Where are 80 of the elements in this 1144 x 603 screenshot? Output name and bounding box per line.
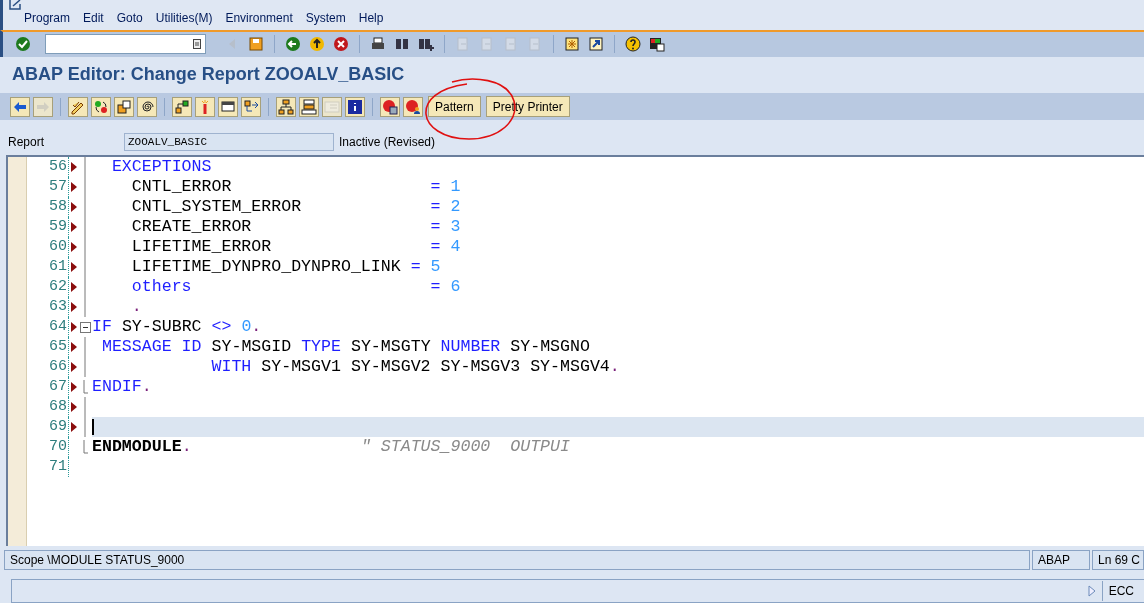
- system-name: ECC: [1101, 581, 1144, 602]
- stop-sign-icon[interactable]: [380, 96, 400, 117]
- collapse-icon[interactable]: [79, 321, 91, 333]
- menu-item[interactable]: Environment: [225, 11, 293, 25]
- line-number: 66: [27, 357, 69, 378]
- menu-item[interactable]: Help: [358, 11, 384, 25]
- code-line: CNTL_SYSTEM_ERROR = 2: [130, 197, 462, 218]
- expand-triangle-icon[interactable]: [1087, 585, 1096, 598]
- line-number: 65: [27, 337, 69, 358]
- line-number: 68: [27, 397, 69, 418]
- code-line: WITH SY-MSGV1 SY-MSGV2 SY-MSGV3 SY-MSGV4.: [210, 357, 621, 378]
- pattern-button[interactable]: Pattern: [428, 96, 481, 118]
- code-line: ENDIF.: [92, 377, 153, 398]
- spiral-icon[interactable]: [137, 96, 157, 117]
- code-line: LIFETIME_ERROR = 4: [130, 237, 462, 258]
- breakpoint-marker-icon[interactable]: [71, 222, 77, 233]
- activate-icon[interactable]: [91, 96, 111, 117]
- breakpoint-marker-icon[interactable]: [71, 402, 77, 413]
- menu-item[interactable]: Goto: [116, 11, 143, 25]
- connector-icon[interactable]: [241, 96, 261, 117]
- line-number: 59: [27, 217, 69, 238]
- breakpoint-marker-icon[interactable]: [71, 302, 77, 313]
- screen-title: ABAP Editor: Change Report ZOOALV_BASIC: [12, 64, 405, 86]
- code-line: EXCEPTIONS: [110, 157, 213, 178]
- code-line: others = 6: [130, 277, 462, 298]
- breakpoint-marker-icon[interactable]: [71, 262, 77, 273]
- code-line: .: [130, 297, 143, 318]
- line-number: 71: [27, 457, 69, 478]
- code-line: CNTL_ERROR = 1: [130, 177, 462, 198]
- scope-status: Scope \MODULE STATUS_9000: [4, 549, 1030, 570]
- fold-end-line: [82, 380, 88, 395]
- help-icon[interactable]: [623, 34, 643, 55]
- code-line: LIFETIME_DYNPRO_DYNPRO_LINK = 5: [130, 257, 442, 278]
- breakpoint-marker-icon[interactable]: [71, 182, 77, 193]
- breakpoint-marker-icon[interactable]: [71, 322, 77, 333]
- line-number: 57: [27, 177, 69, 198]
- monitor-icon[interactable]: [218, 96, 238, 117]
- line-number: 64: [27, 317, 69, 338]
- tree-icon[interactable]: [172, 96, 192, 117]
- report-status: Inactive (Revised): [339, 135, 436, 150]
- sparkle-icon[interactable]: [195, 96, 215, 117]
- line-number: 61: [27, 257, 69, 278]
- line-number: 60: [27, 237, 69, 258]
- history-icon[interactable]: [193, 39, 201, 50]
- breakpoint-marker-icon[interactable]: [71, 342, 77, 353]
- line-number: 70: [27, 437, 69, 458]
- code-line: IF SY-SUBRC <> 0.: [92, 317, 263, 338]
- breakpoint-marker-icon[interactable]: [71, 362, 77, 373]
- code-line: CREATE_ERROR = 3: [130, 217, 462, 238]
- report-field[interactable]: ZOOALV_BASIC: [124, 133, 334, 152]
- breakpoint-marker-icon[interactable]: [71, 202, 77, 213]
- windows-icon[interactable]: [114, 96, 134, 117]
- breakpoint-marker-icon[interactable]: [71, 382, 77, 393]
- menu-item[interactable]: Edit: [83, 11, 104, 25]
- pencil-check-icon[interactable]: [68, 96, 88, 117]
- text-cursor: [92, 419, 94, 436]
- menu-item[interactable]: Program: [24, 11, 70, 25]
- line-number: 62: [27, 277, 69, 298]
- line-number: 69: [27, 417, 69, 438]
- code-line: MESSAGE ID SY-MSGID TYPE SY-MSGTY NUMBER SY-MSGNO: [100, 337, 591, 358]
- line-number: 67: [27, 377, 69, 398]
- breakpoint-marker-icon[interactable]: [71, 282, 77, 293]
- info-icon[interactable]: [345, 96, 365, 117]
- language-status: ABAP: [1032, 549, 1090, 570]
- menu-item[interactable]: System: [305, 11, 346, 25]
- stack-icon[interactable]: [299, 96, 319, 117]
- fold-end-line: [82, 440, 88, 455]
- line-number: 58: [27, 197, 69, 218]
- menu-item[interactable]: Utilities(M): [155, 11, 213, 25]
- line-number: 63: [27, 297, 69, 318]
- breakpoint-marker-icon[interactable]: [71, 242, 77, 253]
- command-field[interactable]: [45, 34, 206, 55]
- breakpoint-marker-icon[interactable]: [71, 422, 77, 433]
- line-number: 56: [27, 157, 69, 178]
- stop-sign-person-icon[interactable]: [403, 96, 423, 117]
- hierarchy-icon[interactable]: [276, 96, 296, 117]
- code-line: ENDMODULE. " STATUS_9000 OUTPUI: [92, 437, 571, 458]
- breakpoint-marker-icon[interactable]: [71, 162, 77, 173]
- report-label: Report: [8, 135, 46, 150]
- position-status: Ln 69 C: [1092, 549, 1144, 570]
